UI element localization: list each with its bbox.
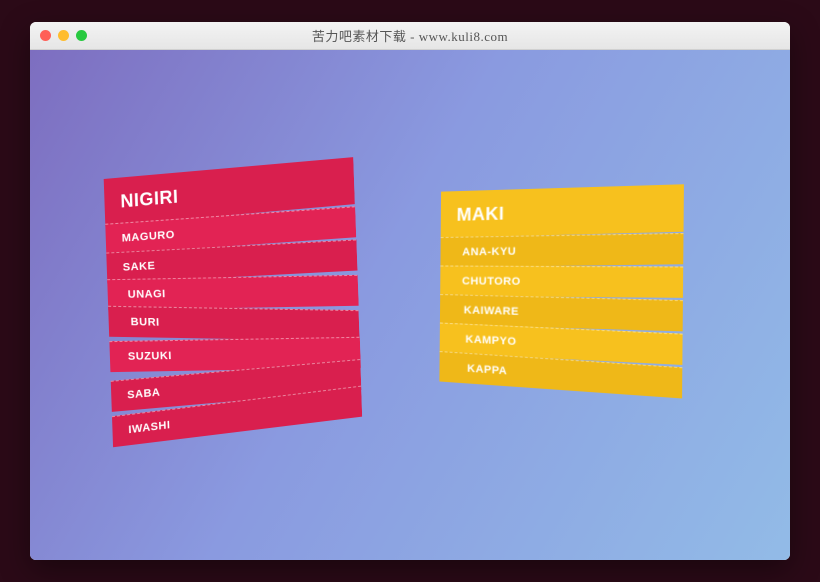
menu-item[interactable]: UNAGI	[107, 275, 358, 310]
zoom-icon[interactable]	[76, 30, 87, 41]
browser-window: 苦力吧素材下载 - www.kuli8.com NIGIRI MAGURO SA…	[30, 22, 790, 560]
window-controls	[40, 30, 87, 41]
page-viewport: NIGIRI MAGURO SAKE UNAGI BURI SUZUKI SAB…	[30, 50, 790, 560]
menu-item[interactable]: CHUTORO	[440, 266, 683, 298]
menu-card-nigiri[interactable]: NIGIRI MAGURO SAKE UNAGI BURI SUZUKI SAB…	[103, 164, 362, 437]
close-icon[interactable]	[40, 30, 51, 41]
menu-item[interactable]: BURI	[108, 306, 359, 341]
window-title: 苦力吧素材下载 - www.kuli8.com	[30, 26, 790, 45]
menu-card-maki[interactable]: MAKI ANA-KYU CHUTORO KAIWARE KAMPYO KAPP…	[439, 187, 684, 392]
menu-header: MAKI	[441, 184, 684, 238]
menu-item[interactable]: ANA-KYU	[440, 233, 683, 268]
minimize-icon[interactable]	[58, 30, 69, 41]
window-titlebar: 苦力吧素材下载 - www.kuli8.com	[30, 22, 790, 50]
